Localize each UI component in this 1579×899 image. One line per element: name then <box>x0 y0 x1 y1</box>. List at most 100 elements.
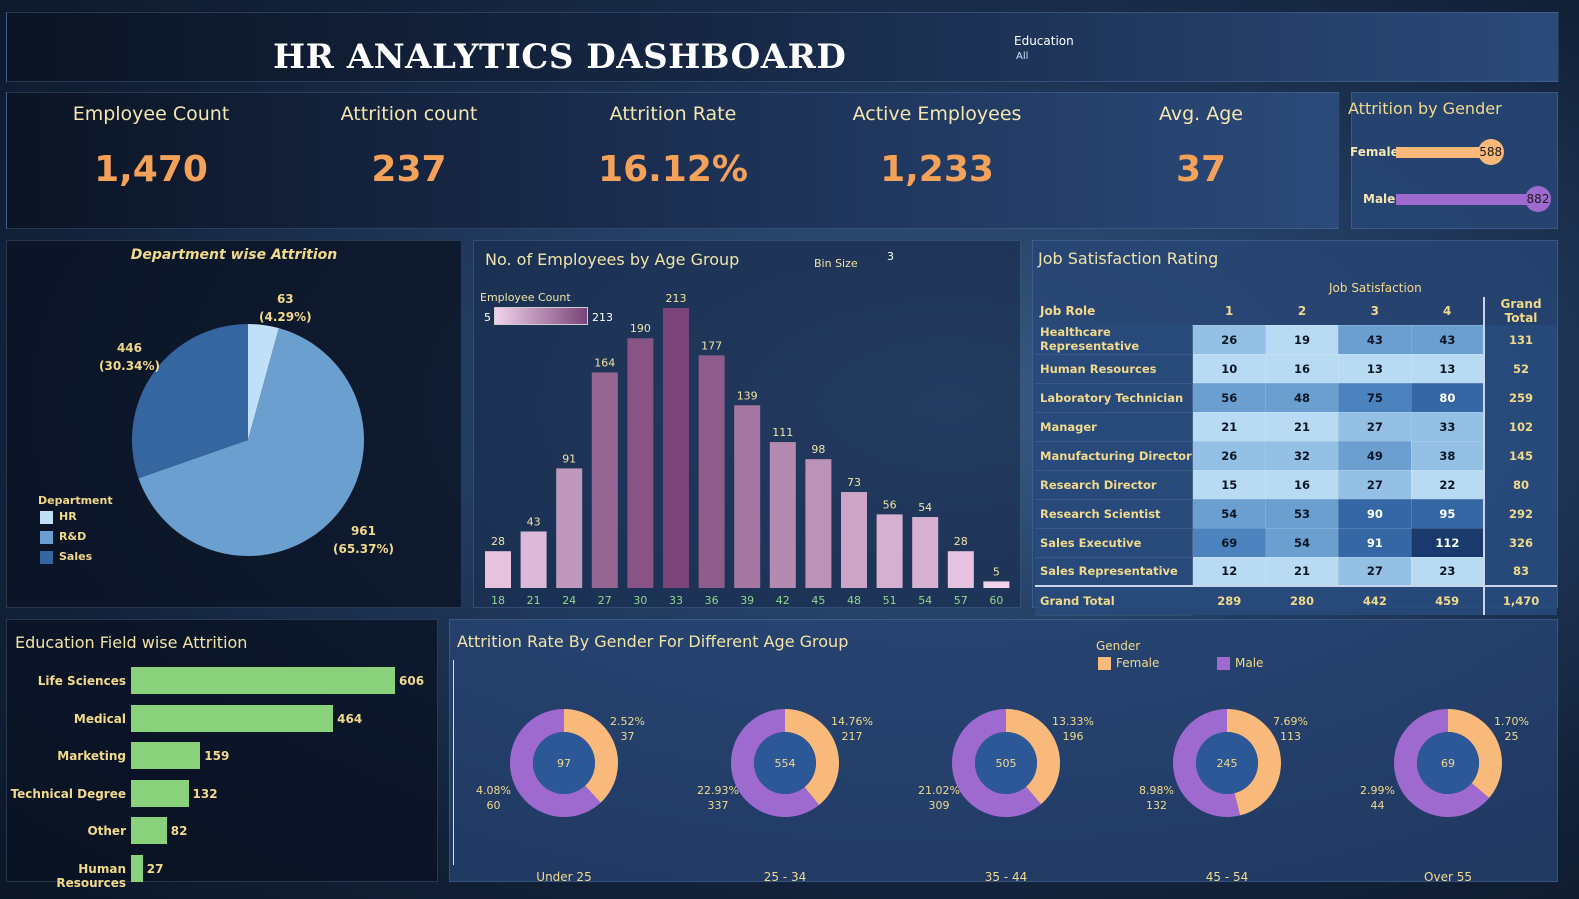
satisfaction-cell: 21 <box>1265 411 1339 442</box>
satisfaction-cell: 48 <box>1265 382 1339 413</box>
legend-item-rnd[interactable]: R&D <box>40 530 86 544</box>
kpi-label: Avg. Age <box>1158 103 1243 125</box>
education-bar[interactable] <box>131 704 334 732</box>
age-bar[interactable] <box>769 442 796 588</box>
age-bar[interactable] <box>698 355 725 588</box>
kpi-value: 237 <box>371 149 447 190</box>
pie-label-percent: (4.29%) <box>259 310 312 324</box>
education-bar[interactable] <box>131 779 189 807</box>
age-tick-label: 21 <box>527 594 541 607</box>
table-row[interactable]: Healthcare Representative 26 19 43 43 131 <box>1035 324 1557 355</box>
satisfaction-cell: 32 <box>1265 440 1339 471</box>
donut-label-female: 1.70% 25 <box>1494 714 1529 744</box>
job-role-cell: Research Scientist <box>1035 499 1193 529</box>
gender-panel-title: Attrition by Gender <box>1348 99 1502 118</box>
female-percent: 14.76% <box>831 715 873 728</box>
table-row[interactable]: Research Director 15 16 27 22 80 <box>1035 469 1557 500</box>
pie-label-percent: (65.37%) <box>333 542 394 556</box>
table-row[interactable]: Sales Representative 12 21 27 23 83 <box>1035 556 1557 587</box>
age-bar-value: 111 <box>772 426 793 439</box>
age-bar-value: 91 <box>562 452 576 465</box>
age-bar[interactable] <box>841 492 867 588</box>
gender-bar-male[interactable] <box>1396 194 1538 205</box>
donut-label-female: 2.52% 37 <box>610 714 645 744</box>
female-percent: 1.70% <box>1494 715 1529 728</box>
age-bar[interactable] <box>734 405 761 588</box>
age-tick-label: 39 <box>740 594 754 607</box>
education-label: Life Sciences <box>37 674 126 688</box>
age-bar[interactable] <box>805 459 832 588</box>
female-percent: 2.52% <box>610 715 645 728</box>
age-gender-donut-charts: 97 554 505 245 69 <box>510 709 1502 817</box>
age-bar[interactable] <box>912 517 939 588</box>
age-bar-value: 190 <box>630 322 651 335</box>
age-bar[interactable] <box>663 308 689 588</box>
satisfaction-cell: 21 <box>1192 411 1267 442</box>
gender-bar-female[interactable] <box>1396 147 1491 158</box>
age-bar-value: 43 <box>527 515 541 528</box>
column-header-1: 1 <box>1225 303 1234 318</box>
pie-label-hr: 63 (4.29%) <box>259 290 312 326</box>
age-bar-value: 98 <box>811 443 825 456</box>
male-count: 309 <box>928 799 950 812</box>
female-count: 196 <box>1062 730 1084 743</box>
age-tick-label: 60 <box>989 594 1003 607</box>
kpi-label: Attrition Rate <box>609 103 737 125</box>
table-row[interactable]: Manufacturing Director 26 32 49 38 145 <box>1035 440 1557 471</box>
age-bar[interactable] <box>520 531 547 588</box>
kpi-value: 37 <box>1175 149 1227 190</box>
kpi-avg-age: Avg. Age 37 <box>1081 93 1321 190</box>
table-row[interactable]: Manager 21 21 27 33 102 <box>1035 411 1557 442</box>
education-bar[interactable] <box>131 742 201 769</box>
job-role-cell: Human Resources <box>1035 354 1193 384</box>
education-bar[interactable] <box>131 854 143 882</box>
education-bar[interactable] <box>131 817 167 844</box>
donut-total: 245 <box>1217 757 1238 770</box>
pie-label-rnd: 961 (65.37%) <box>333 522 394 558</box>
legend-item-sales[interactable]: Sales <box>40 550 92 564</box>
table-row[interactable]: Sales Executive 69 54 91 112 326 <box>1035 527 1557 558</box>
satisfaction-cell: 12 <box>1192 556 1267 587</box>
column-header-job-role: Job Role <box>1040 304 1096 318</box>
donut-label-male: 2.99% 44 <box>1360 783 1395 813</box>
satisfaction-cell: 16 <box>1265 353 1339 384</box>
gender-label-male: Male <box>1363 192 1396 206</box>
satisfaction-cell: 54 <box>1192 498 1267 529</box>
table-row[interactable]: Human Resources 10 16 13 13 52 <box>1035 353 1557 384</box>
education-field-panel: Education Field wise Attrition Life Scie… <box>6 619 438 890</box>
age-bar[interactable] <box>947 551 974 588</box>
male-count: 44 <box>1370 799 1385 812</box>
male-count: 60 <box>486 799 501 812</box>
education-bar[interactable] <box>131 667 395 694</box>
education-label: Human Resources <box>56 861 126 890</box>
table-row[interactable]: Research Scientist 54 53 90 95 292 <box>1035 498 1557 529</box>
donut-total: 505 <box>996 757 1017 770</box>
age-bar-chart: 28 18 43 21 91 24 164 27 190 30 213 33 177 36 139 39 111… <box>485 292 1010 607</box>
column-header-grand-total: Grand Total <box>1483 297 1557 325</box>
age-bar[interactable] <box>627 338 654 588</box>
pie-label-value: 63 <box>276 292 294 306</box>
age-tick-label: 24 <box>562 594 576 607</box>
male-percent: 4.08% <box>476 784 511 797</box>
education-filter-dropdown[interactable]: All <box>1016 51 1028 62</box>
education-value: 27 <box>146 861 164 876</box>
satisfaction-cell: 15 <box>1192 469 1267 500</box>
age-bar[interactable] <box>485 551 511 588</box>
attrition-by-gender-panel: Attrition by Gender Female 588 Male 882 <box>1348 92 1558 229</box>
age-tick-label: 42 <box>776 594 790 607</box>
table-row[interactable]: Laboratory Technician 56 48 75 80 259 <box>1035 382 1557 413</box>
age-bar[interactable] <box>556 468 583 588</box>
legend-item-hr[interactable]: HR <box>40 510 77 524</box>
age-bar[interactable] <box>983 581 1010 588</box>
satisfaction-cell: 90 <box>1337 498 1412 529</box>
satisfaction-cell: 27 <box>1337 411 1412 442</box>
female-percent: 13.33% <box>1052 715 1094 728</box>
satisfaction-cell: 49 <box>1337 440 1412 471</box>
education-label: Technical Degree <box>10 786 126 801</box>
legend-label: HR <box>59 510 77 523</box>
age-bar[interactable] <box>591 372 618 588</box>
age-tick-label: 27 <box>598 594 612 607</box>
male-percent: 8.98% <box>1139 784 1174 797</box>
age-bar[interactable] <box>876 514 903 588</box>
age-bar-value: 56 <box>883 498 897 511</box>
